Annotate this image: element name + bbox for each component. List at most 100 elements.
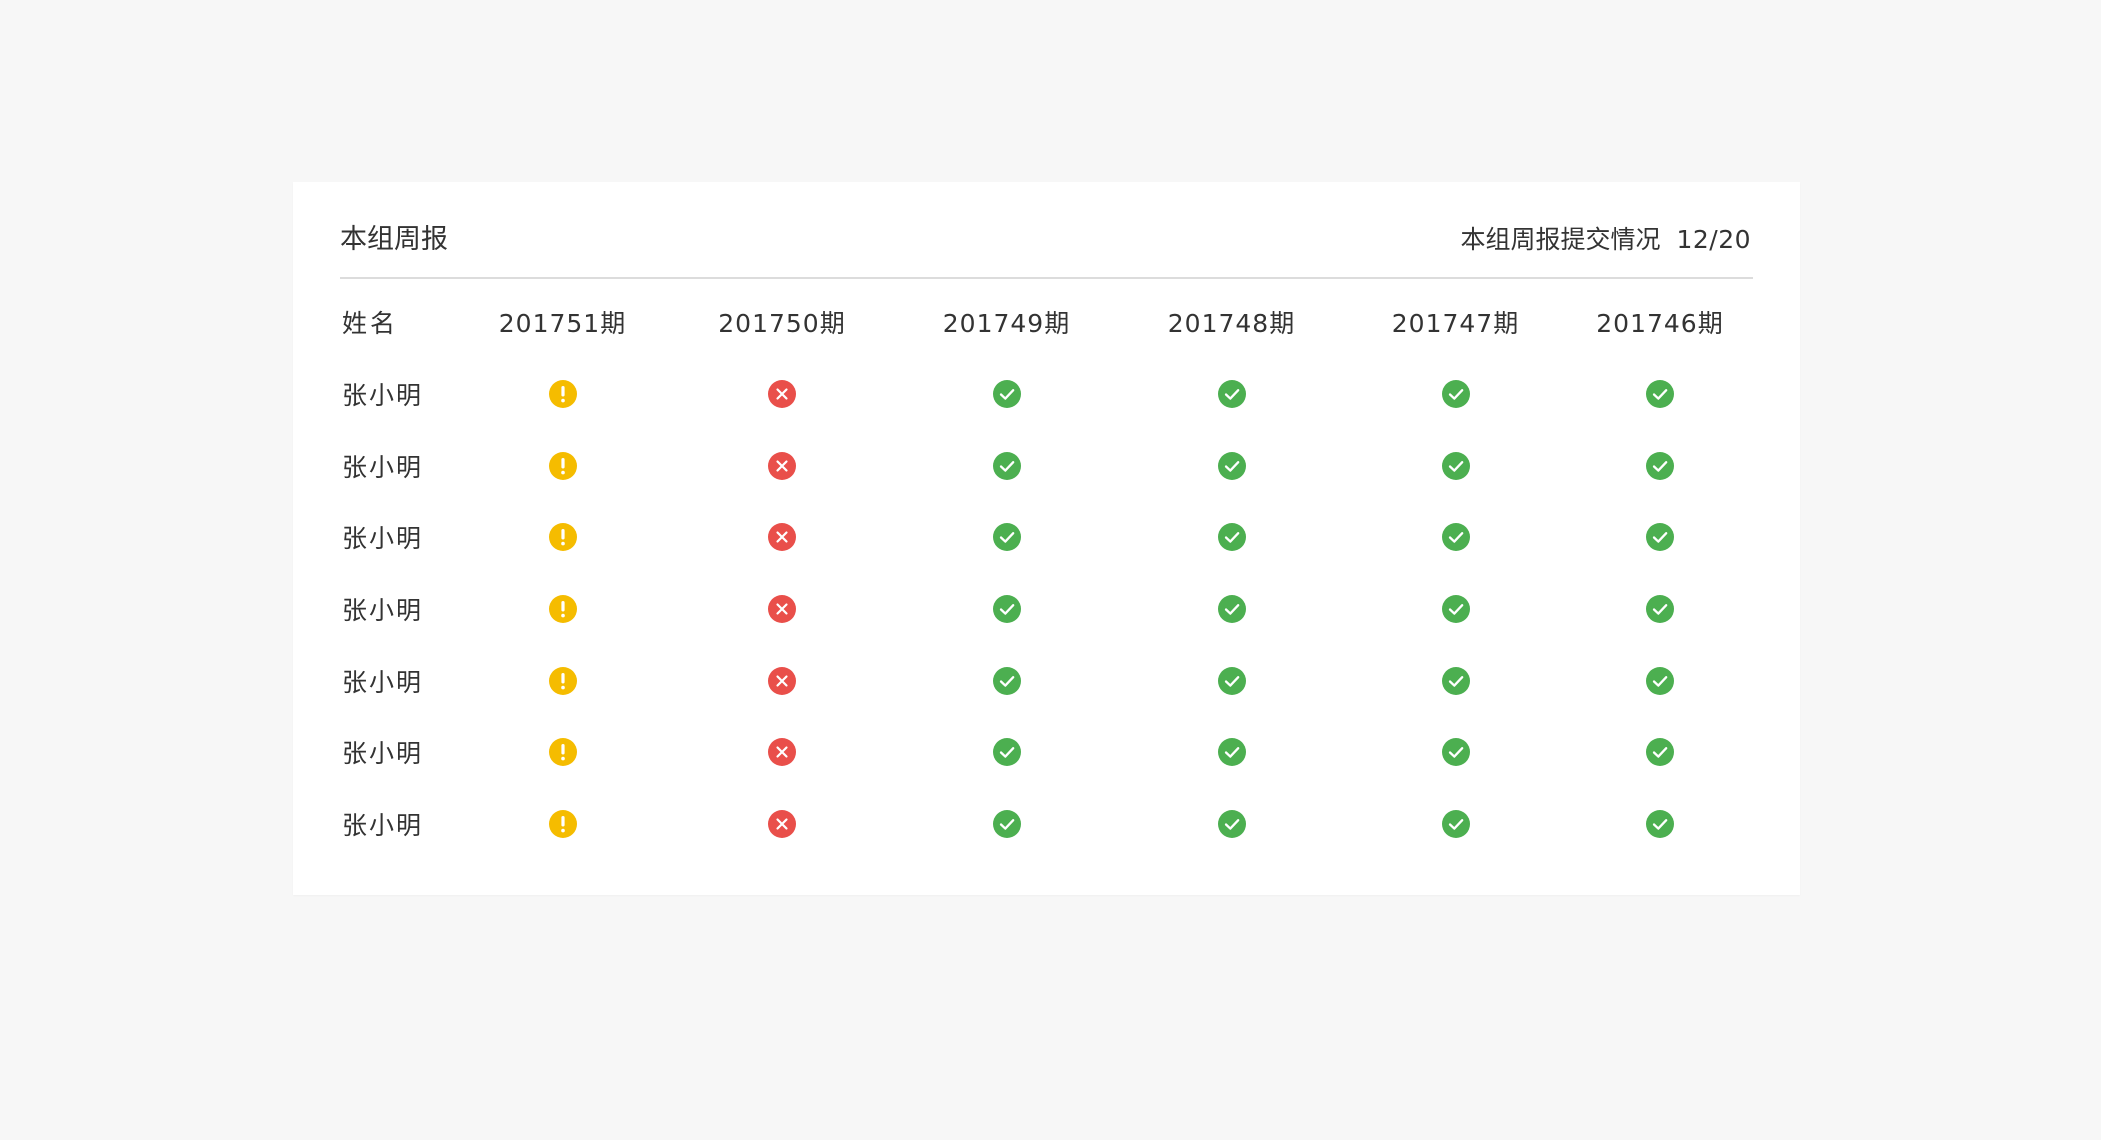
table-row: 张小明 xyxy=(340,573,1753,645)
check-circle-icon[interactable] xyxy=(1441,594,1470,623)
exclamation-circle-icon[interactable] xyxy=(548,594,577,623)
status-cell xyxy=(1567,788,1753,860)
report-status-table: 姓名 201751期 201750期 201749期 201748期 20174… xyxy=(340,286,1753,860)
column-header-period: 201748期 xyxy=(1167,309,1296,338)
exclamation-circle-icon[interactable] xyxy=(548,523,577,552)
status-cell xyxy=(455,430,670,502)
member-name: 张小明 xyxy=(342,452,424,482)
check-circle-icon[interactable] xyxy=(992,666,1021,695)
status-cell xyxy=(1344,645,1567,717)
status-cell xyxy=(1119,573,1344,645)
check-circle-icon[interactable] xyxy=(992,451,1021,480)
check-circle-icon[interactable] xyxy=(992,809,1021,838)
status-cell xyxy=(670,716,894,788)
close-circle-icon[interactable] xyxy=(768,451,796,480)
check-circle-icon[interactable] xyxy=(1646,666,1674,695)
column-header-period: 201746期 xyxy=(1596,309,1724,338)
status-cell xyxy=(455,716,670,788)
status-cell xyxy=(1567,573,1753,645)
check-circle-icon[interactable] xyxy=(1646,523,1674,552)
check-circle-icon[interactable] xyxy=(992,594,1021,623)
status-cell xyxy=(894,788,1119,860)
status-cell xyxy=(1567,501,1753,573)
status-cell xyxy=(1567,716,1753,788)
status-cell xyxy=(1567,358,1753,430)
status-cell xyxy=(670,430,894,502)
check-circle-icon[interactable] xyxy=(992,738,1021,767)
card-title: 本组周报 xyxy=(340,224,448,255)
status-cell xyxy=(894,716,1119,788)
submission-summary-label: 本组周报提交情况 xyxy=(1460,225,1661,254)
check-circle-icon[interactable] xyxy=(1441,451,1470,480)
status-cell xyxy=(455,358,670,430)
table-header-row: 姓名 201751期 201750期 201749期 201748期 20174… xyxy=(340,286,1753,358)
table-body: 张小明 张小明 张小明 张小明 张小明 张小明 张小明 xyxy=(340,358,1753,860)
status-cell xyxy=(1344,501,1567,573)
status-cell xyxy=(1344,430,1567,502)
member-name: 张小明 xyxy=(342,739,424,769)
table-row: 张小明 xyxy=(340,716,1753,788)
check-circle-icon[interactable] xyxy=(992,523,1021,552)
table-row: 张小明 xyxy=(340,358,1753,430)
column-header-period: 201750期 xyxy=(718,309,846,338)
status-cell xyxy=(1344,358,1567,430)
exclamation-circle-icon[interactable] xyxy=(548,738,577,767)
table-row: 张小明 xyxy=(340,645,1753,717)
status-cell xyxy=(455,788,670,860)
close-circle-icon[interactable] xyxy=(768,523,796,552)
status-cell xyxy=(670,645,894,717)
close-circle-icon[interactable] xyxy=(768,379,796,408)
check-circle-icon[interactable] xyxy=(1646,379,1674,408)
status-cell xyxy=(1119,501,1344,573)
table-row: 张小明 xyxy=(340,501,1753,573)
close-circle-icon[interactable] xyxy=(768,594,796,623)
check-circle-icon[interactable] xyxy=(1217,738,1246,767)
status-cell xyxy=(1119,430,1344,502)
status-cell xyxy=(670,573,894,645)
member-name: 张小明 xyxy=(342,380,424,410)
table-row: 张小明 xyxy=(340,788,1753,860)
member-name: 张小明 xyxy=(342,810,424,840)
check-circle-icon[interactable] xyxy=(1646,451,1674,480)
exclamation-circle-icon[interactable] xyxy=(548,809,577,838)
status-cell xyxy=(1344,573,1567,645)
status-cell xyxy=(670,788,894,860)
check-circle-icon[interactable] xyxy=(1646,809,1674,838)
check-circle-icon[interactable] xyxy=(1441,809,1470,838)
status-cell xyxy=(1119,716,1344,788)
check-circle-icon[interactable] xyxy=(1217,451,1246,480)
status-cell xyxy=(1119,645,1344,717)
check-circle-icon[interactable] xyxy=(1217,379,1246,408)
status-cell xyxy=(455,501,670,573)
check-circle-icon[interactable] xyxy=(1217,809,1246,838)
column-header-period: 201747期 xyxy=(1391,309,1520,338)
check-circle-icon[interactable] xyxy=(1217,594,1246,623)
status-cell xyxy=(455,573,670,645)
status-cell xyxy=(1344,716,1567,788)
check-circle-icon[interactable] xyxy=(1441,379,1470,408)
check-circle-icon[interactable] xyxy=(1217,523,1246,552)
status-cell xyxy=(894,645,1119,717)
table-row: 张小明 xyxy=(340,430,1753,502)
check-circle-icon[interactable] xyxy=(1646,738,1674,767)
exclamation-circle-icon[interactable] xyxy=(548,379,577,408)
member-name: 张小明 xyxy=(342,595,424,625)
column-header-period: 201749期 xyxy=(942,309,1071,338)
exclamation-circle-icon[interactable] xyxy=(548,451,577,480)
check-circle-icon[interactable] xyxy=(1217,666,1246,695)
check-circle-icon[interactable] xyxy=(1441,523,1470,552)
status-cell xyxy=(670,358,894,430)
check-circle-icon[interactable] xyxy=(992,379,1021,408)
check-circle-icon[interactable] xyxy=(1441,738,1470,767)
close-circle-icon[interactable] xyxy=(768,666,796,695)
card-header: 本组周报 本组周报提交情况 12/20 xyxy=(340,220,1753,279)
status-cell xyxy=(1119,358,1344,430)
close-circle-icon[interactable] xyxy=(768,809,796,838)
check-circle-icon[interactable] xyxy=(1441,666,1470,695)
close-circle-icon[interactable] xyxy=(768,738,796,767)
member-name: 张小明 xyxy=(342,667,424,697)
check-circle-icon[interactable] xyxy=(1646,594,1674,623)
exclamation-circle-icon[interactable] xyxy=(548,666,577,695)
weekly-report-card: 本组周报 本组周报提交情况 12/20 姓名 201751期 201750期 20… xyxy=(293,182,1800,895)
status-cell xyxy=(1344,788,1567,860)
